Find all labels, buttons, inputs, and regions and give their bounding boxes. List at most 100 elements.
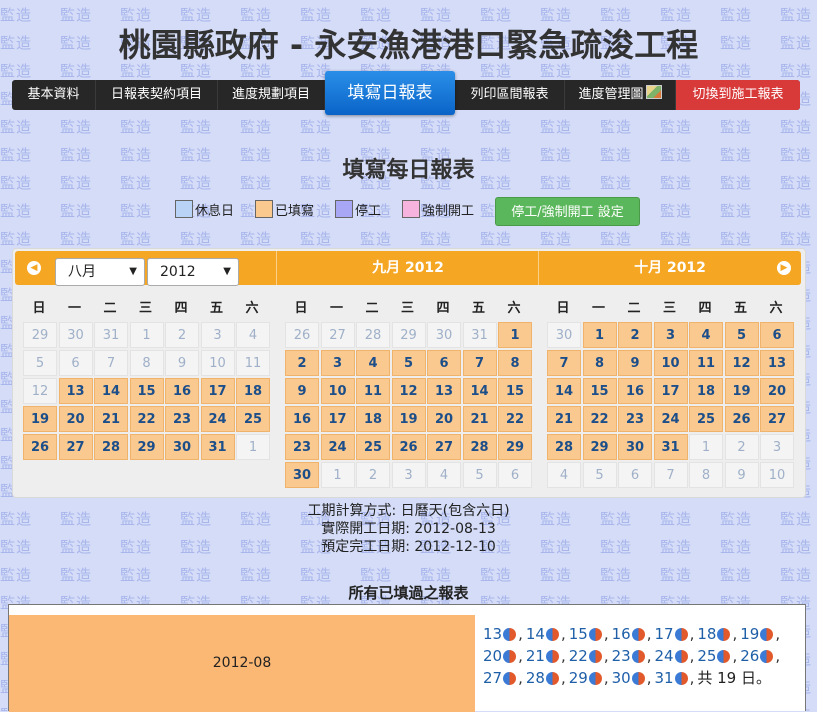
switch-to-construction-report-button[interactable]: 切換到施工報表 [676, 80, 800, 110]
report-day-link[interactable]: 23 [612, 645, 645, 667]
calendar-day[interactable]: 13 [58, 378, 93, 404]
prev-month-icon[interactable]: ◀ [27, 261, 41, 275]
nav-basic-info[interactable]: 基本資料 [12, 80, 96, 110]
calendar-day[interactable]: 16 [285, 406, 319, 432]
calendar-day[interactable]: 20 [427, 406, 461, 432]
report-day-link[interactable]: 16 [612, 623, 645, 645]
calendar-day[interactable]: 1 [129, 322, 164, 348]
calendar-day[interactable]: 6 [427, 350, 461, 376]
calendar-day[interactable]: 27 [427, 434, 461, 460]
calendar-day[interactable]: 3 [200, 322, 235, 348]
calendar-day[interactable]: 7 [94, 350, 128, 376]
calendar-day[interactable]: 8 [582, 350, 617, 376]
calendar-day[interactable]: 26 [23, 434, 57, 460]
report-day-link[interactable]: 28 [526, 667, 559, 689]
calendar-day[interactable]: 28 [94, 434, 128, 460]
nav-contract-items[interactable]: 日報表契約項目 [96, 80, 218, 110]
calendar-day[interactable]: 6 [760, 322, 794, 348]
calendar-day[interactable]: 17 [320, 406, 355, 432]
month-select[interactable]: 八月 ▼ [55, 258, 145, 286]
calendar-day[interactable]: 19 [724, 378, 759, 404]
calendar-day[interactable]: 17 [200, 378, 235, 404]
report-day-link[interactable]: 13 [483, 623, 517, 645]
calendar-day[interactable]: 12 [23, 378, 57, 404]
report-day-link[interactable]: 17 [655, 623, 688, 645]
calendar-day[interactable]: 23 [285, 434, 319, 460]
calendar-day[interactable]: 10 [653, 350, 688, 376]
calendar-day[interactable]: 1 [498, 322, 532, 348]
calendar-day[interactable]: 29 [129, 434, 164, 460]
calendar-day[interactable]: 27 [58, 434, 93, 460]
calendar-day[interactable]: 22 [498, 406, 532, 432]
calendar-day[interactable]: 28 [547, 434, 581, 460]
calendar-day[interactable]: 6 [58, 350, 93, 376]
calendar-day[interactable]: 10 [320, 378, 355, 404]
calendar-day[interactable]: 26 [724, 406, 759, 432]
report-day-link[interactable]: 27 [483, 667, 517, 689]
report-day-link[interactable]: 30 [612, 667, 645, 689]
calendar-day[interactable]: 8 [498, 350, 532, 376]
stop-work-setting-button[interactable]: 停工/強制開工 設定 [495, 197, 640, 226]
report-day-link[interactable]: 24 [655, 645, 688, 667]
calendar-day[interactable]: 7 [462, 350, 497, 376]
calendar-day[interactable]: 19 [391, 406, 426, 432]
calendar-day[interactable]: 11 [356, 378, 390, 404]
calendar-day[interactable]: 5 [724, 322, 759, 348]
calendar-day[interactable]: 25 [236, 406, 270, 432]
year-select[interactable]: 2012 ▼ [147, 258, 239, 286]
calendar-day[interactable]: 25 [689, 406, 723, 432]
calendar-day[interactable]: 20 [760, 378, 794, 404]
report-day-link[interactable]: 18 [697, 623, 731, 645]
calendar-day[interactable]: 15 [582, 378, 617, 404]
calendar-day[interactable]: 24 [320, 434, 355, 460]
calendar-day[interactable]: 24 [200, 406, 235, 432]
calendar-day[interactable]: 18 [356, 406, 390, 432]
report-day-link[interactable]: 19 [740, 623, 774, 645]
calendar-day[interactable]: 9 [618, 350, 652, 376]
calendar-day[interactable]: 30 [165, 434, 199, 460]
calendar-day[interactable]: 21 [462, 406, 497, 432]
calendar-day[interactable]: 3 [320, 350, 355, 376]
calendar-day[interactable]: 4 [236, 322, 270, 348]
calendar-day[interactable]: 4 [689, 322, 723, 348]
nav-progress-plan[interactable]: 進度規劃項目 [218, 80, 325, 110]
calendar-day[interactable]: 19 [23, 406, 57, 432]
calendar-day[interactable]: 15 [498, 378, 532, 404]
calendar-day[interactable]: 11 [689, 350, 723, 376]
calendar-day[interactable]: 28 [462, 434, 497, 460]
report-day-link[interactable]: 15 [569, 623, 602, 645]
calendar-day[interactable]: 24 [653, 406, 688, 432]
next-month-icon[interactable]: ▶ [777, 261, 791, 275]
calendar-day[interactable]: 13 [427, 378, 461, 404]
calendar-day[interactable]: 17 [653, 378, 688, 404]
nav-progress-chart[interactable]: 進度管理圖 [565, 80, 676, 110]
report-day-link[interactable]: 21 [526, 645, 559, 667]
calendar-day[interactable]: 15 [129, 378, 164, 404]
nav-print-range-report[interactable]: 列印區間報表 [455, 80, 565, 110]
calendar-day[interactable]: 3 [653, 322, 688, 348]
report-day-link[interactable]: 31 [655, 667, 688, 689]
calendar-day[interactable]: 5 [391, 350, 426, 376]
calendar-day[interactable]: 14 [94, 378, 128, 404]
report-day-link[interactable]: 14 [526, 623, 559, 645]
calendar-day[interactable]: 23 [618, 406, 652, 432]
calendar-day[interactable]: 4 [356, 350, 390, 376]
report-day-link[interactable]: 22 [569, 645, 602, 667]
calendar-day[interactable]: 31 [200, 434, 235, 460]
calendar-day[interactable]: 18 [689, 378, 723, 404]
calendar-day[interactable]: 9 [165, 350, 199, 376]
calendar-day[interactable]: 20 [58, 406, 93, 432]
calendar-day[interactable]: 25 [356, 434, 390, 460]
calendar-day[interactable]: 21 [547, 406, 581, 432]
calendar-day[interactable]: 9 [285, 378, 319, 404]
calendar-day[interactable]: 7 [547, 350, 581, 376]
calendar-day[interactable]: 29 [498, 434, 532, 460]
calendar-day[interactable]: 14 [547, 378, 581, 404]
calendar-day[interactable]: 18 [236, 378, 270, 404]
calendar-day[interactable]: 10 [200, 350, 235, 376]
calendar-day[interactable]: 31 [653, 434, 688, 460]
nav-fill-daily-report[interactable]: 填寫日報表 [325, 71, 455, 115]
calendar-day[interactable]: 23 [165, 406, 199, 432]
calendar-day[interactable]: 30 [285, 462, 319, 488]
calendar-day[interactable]: 16 [618, 378, 652, 404]
